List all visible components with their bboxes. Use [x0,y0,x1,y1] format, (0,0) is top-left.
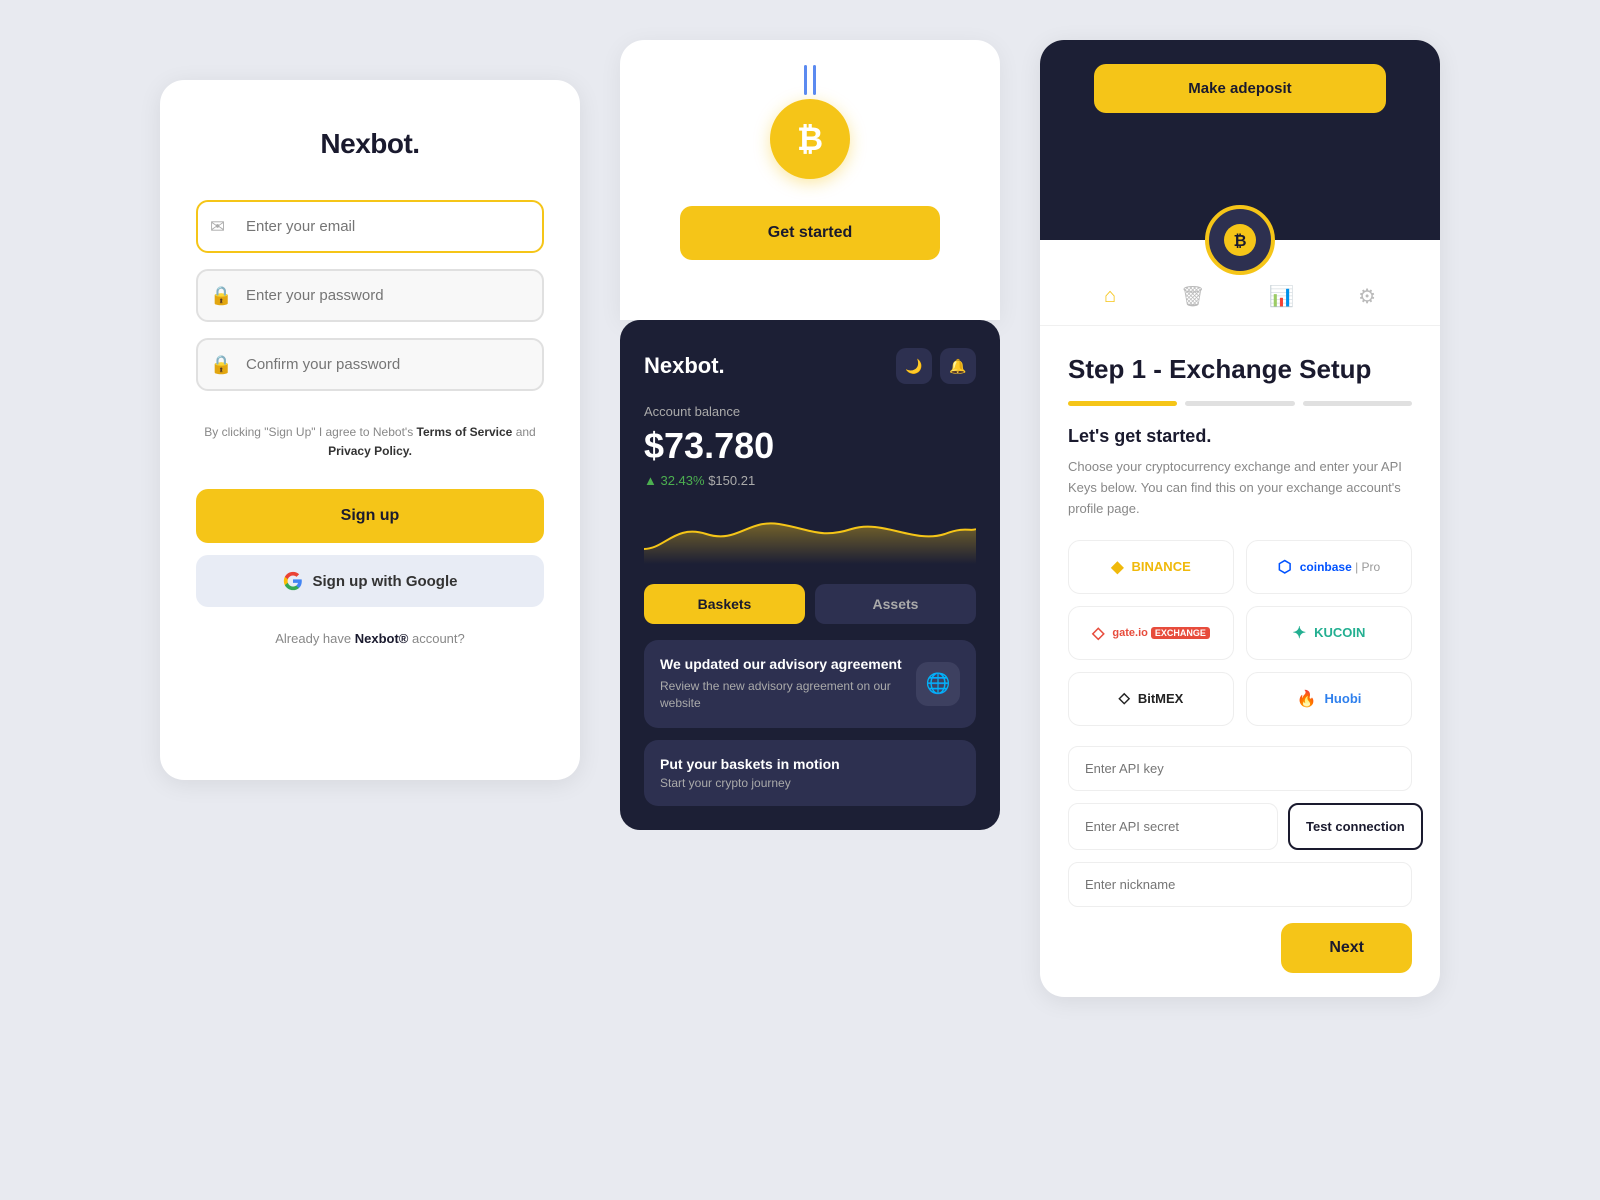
password-group: 🔒 [196,269,544,322]
huobi-label: Huobi [1325,691,1362,706]
progress-seg-3 [1303,401,1412,406]
balance-chart [644,504,976,564]
balance-change: ▲ 32.43% $150.21 [644,473,976,488]
dashboard-header: Nexbot. 🌙 🔔 [644,348,976,384]
advisory-text: We updated our advisory agreement Review… [660,656,904,712]
exchange-binance[interactable]: ◆ BINANCE [1068,540,1234,594]
tab-baskets[interactable]: Baskets [644,584,805,624]
onboarding-panel: Make adeposit ₿ ⌂ 🗑 📊 ⚙ Step 1 - Exchang… [1040,40,1440,997]
exchange-huobi[interactable]: 🔥 Huobi [1246,672,1412,726]
password-input[interactable] [196,269,544,322]
google-signup-button[interactable]: Sign up with Google [196,555,544,607]
api-secret-input[interactable] [1068,803,1278,850]
tab-row: Baskets Assets [644,584,976,624]
google-btn-label: Sign up with Google [313,573,458,590]
binance-icon: ◆ [1111,557,1123,577]
api-key-input[interactable] [1068,746,1412,791]
coin-icon: ₿ [1205,205,1275,275]
home-nav-icon[interactable]: ⌂ [1104,285,1116,308]
crypto-top-card: ₿ Get started [620,40,1000,320]
coinbase-label: coinbase | Pro [1300,560,1380,574]
baskets-body: Start your crypto journey [660,776,960,790]
exchange-grid: ◆ BINANCE ⬡ coinbase | Pro ◇ gate.io EXC… [1068,540,1412,726]
coinbase-icon: ⬡ [1278,557,1292,577]
gateio-label: gate.io EXCHANGE [1112,627,1210,639]
bell-button[interactable]: 🔔 [940,348,976,384]
deposit-button[interactable]: Make adeposit [1094,64,1386,113]
binance-label: BINANCE [1132,559,1191,574]
moon-button[interactable]: 🌙 [896,348,932,384]
nickname-input[interactable] [1068,862,1412,907]
brand-title: Nexbot. [320,128,419,160]
exchange-bitmex[interactable]: ⬦ BitMEX [1068,672,1234,726]
exchange-coinbase[interactable]: ⬡ coinbase | Pro [1246,540,1412,594]
lock-icon: 🔒 [210,285,232,306]
terms-link-tos[interactable]: Terms of Service [417,425,513,439]
google-icon [283,571,303,591]
onboarding-top: Make adeposit ₿ [1040,40,1440,240]
dashboard-actions: 🌙 🔔 [896,348,976,384]
advisory-body: Review the new advisory agreement on our… [660,678,904,712]
settings-nav-icon[interactable]: ⚙ [1358,284,1376,309]
balance-label: Account balance [644,404,976,419]
signup-panel: Nexbot. ✉ 🔒 🔒 By clicking "Sign Up" I ag… [160,80,580,780]
email-icon: ✉ [210,216,225,237]
bitmex-label: BitMEX [1138,691,1184,706]
kucoin-icon: ✦ [1293,623,1306,643]
gateio-icon: ◇ [1092,623,1104,643]
progress-seg-1 [1068,401,1177,406]
signup-button[interactable]: Sign up [196,489,544,543]
step-title: Step 1 - Exchange Setup [1068,354,1412,385]
email-input[interactable] [196,200,544,253]
lock-confirm-icon: 🔒 [210,354,232,375]
chart-nav-icon[interactable]: 📊 [1269,284,1294,309]
balance-amount: $73.780 [644,425,976,467]
lets-started: Let's get started. [1068,426,1412,447]
trash-nav-icon[interactable]: 🗑 [1180,284,1205,309]
terms-link-privacy[interactable]: Privacy Policy. [328,444,412,458]
get-started-button[interactable]: Get started [680,206,939,260]
api-inputs: Test connection [1068,746,1412,907]
baskets-card: Put your baskets in motion Start your cr… [644,740,976,806]
crypto-panel: ₿ Get started Nexbot. 🌙 🔔 Account balanc… [620,40,1000,830]
terms-text: By clicking "Sign Up" I agree to Nebot's… [196,423,544,461]
test-connection-button[interactable]: Test connection [1288,803,1423,850]
confirm-password-group: 🔒 [196,338,544,391]
step-desc: Choose your cryptocurrency exchange and … [1068,457,1412,519]
advisory-title: We updated our advisory agreement [660,656,904,672]
confirm-password-input[interactable] [196,338,544,391]
advisory-card: We updated our advisory agreement Review… [644,640,976,728]
bitcoin-icon: ₿ [770,99,850,179]
advisory-icon: 🌐 [916,662,960,706]
exchange-kucoin[interactable]: ✦ KUCOIN [1246,606,1412,660]
bitmex-icon: ⬦ [1119,690,1130,708]
dashboard-brand: Nexbot. [644,353,725,379]
onboarding-content: Step 1 - Exchange Setup Let's get starte… [1040,326,1440,997]
tab-assets[interactable]: Assets [815,584,976,624]
huobi-icon: 🔥 [1297,689,1317,709]
next-button[interactable]: Next [1281,923,1412,973]
baskets-title: Put your baskets in motion [660,756,960,772]
balance-pct: ▲ 32.43% [644,473,705,488]
progress-bar [1068,401,1412,406]
crypto-dashboard: Nexbot. 🌙 🔔 Account balance $73.780 ▲ 32… [620,320,1000,830]
email-group: ✉ [196,200,544,253]
api-secret-row: Test connection [1068,803,1412,850]
progress-seg-2 [1185,401,1294,406]
kucoin-label: KUCOIN [1314,625,1365,640]
exchange-gateio[interactable]: ◇ gate.io EXCHANGE [1068,606,1234,660]
svg-text:₿: ₿ [1233,232,1246,250]
bitcoin-medal: ₿ [760,72,860,172]
already-account-text: Already have Nexbot® account? [275,631,465,646]
balance-usd: $150.21 [708,473,755,488]
